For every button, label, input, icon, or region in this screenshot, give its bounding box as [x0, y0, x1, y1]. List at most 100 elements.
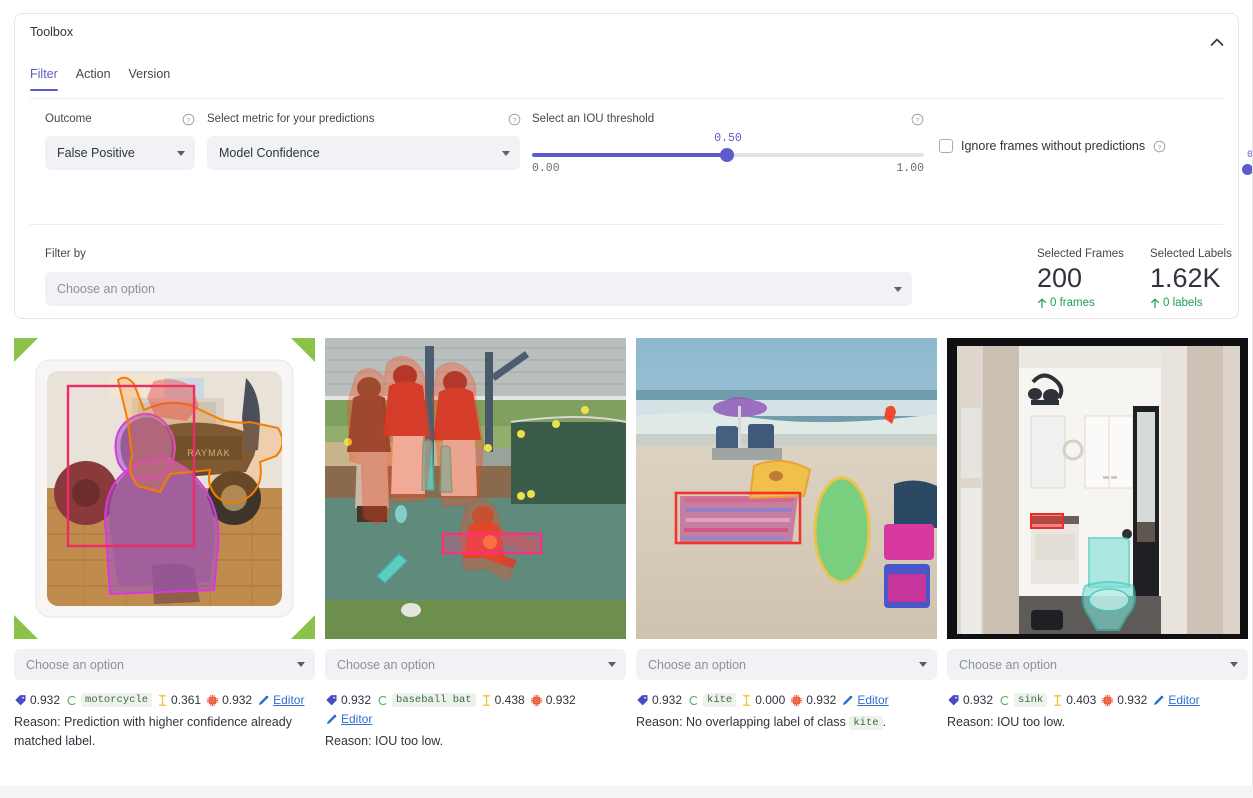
i-beam-icon — [158, 694, 167, 706]
card-option-placeholder: Choose an option — [26, 657, 124, 672]
class-metric: sink — [998, 693, 1048, 707]
metric-select[interactable]: Model Confidence — [207, 136, 520, 170]
editor-action[interactable]: Editor — [1152, 693, 1200, 707]
svg-text:?: ? — [187, 117, 191, 124]
pencil-icon — [1154, 694, 1164, 705]
tab-version[interactable]: Version — [129, 67, 171, 90]
selection-corner-top-left — [14, 338, 38, 362]
filter-by-select[interactable]: Choose an option — [45, 272, 912, 306]
confidence-metric: 0.932 — [636, 693, 682, 707]
stat-selected-frames-delta-text: 0 frames — [1050, 297, 1095, 310]
stat-selected-labels-delta-text: 0 labels — [1163, 297, 1203, 310]
tab-filter[interactable]: Filter — [30, 67, 58, 91]
model-confidence-metric: 0.932 — [206, 693, 252, 707]
stat-selected-frames-value: 200 — [1037, 263, 1083, 293]
iou-metric: 0.361 — [157, 693, 201, 707]
chip-icon — [791, 694, 803, 706]
slider-fill — [532, 153, 728, 157]
slider-min-label: 0.00 — [532, 162, 560, 175]
result-card: Choose an option 0.932 kite 0.000 0.932 … — [636, 338, 937, 732]
iou-metric: 0.403 — [1052, 693, 1096, 707]
ignore-frames-row: Ignore frames without predictions ? — [939, 139, 1166, 153]
outcome-label: Outcome — [45, 113, 92, 125]
stat-selected-labels-label: Selected Labels — [1150, 248, 1232, 260]
model-confidence-metric: 0.932 — [530, 693, 576, 707]
tab-action[interactable]: Action — [76, 67, 111, 90]
result-card: Choose an option 0.932 baseball bat 0.43… — [325, 338, 626, 751]
result-card: RAYMAK Choose an option 0.932 motorcycle… — [14, 338, 315, 752]
card-option-placeholder: Choose an option — [337, 657, 435, 672]
outcome-select[interactable]: False Positive — [45, 136, 195, 170]
class-letter-c-icon — [67, 695, 76, 705]
chevron-down-icon-card-1 — [297, 662, 305, 667]
editor-action[interactable]: Editor — [325, 712, 372, 726]
card-reason: Reason: Prediction with higher confidenc… — [14, 715, 292, 749]
thumbnail-dog-and-motorcycle-indoors[interactable]: RAYMAK — [14, 338, 315, 639]
class-name: kite — [703, 693, 737, 707]
editor-link[interactable]: Editor — [857, 693, 888, 707]
iou-value: 0.438 — [494, 693, 525, 707]
card-metadata-row: 0.932 kite 0.000 0.932 Editor — [636, 693, 937, 707]
confidence-metric: 0.932 — [947, 693, 993, 707]
question-circle-icon-iou[interactable]: ? — [911, 113, 924, 126]
iou-value: 0.361 — [171, 693, 202, 707]
iou-threshold-label: Select an IOU threshold — [532, 113, 655, 125]
class-name: sink — [1014, 693, 1048, 707]
chip-icon — [206, 694, 219, 706]
chevron-down-icon-metric — [502, 150, 510, 156]
toolbox-panel: Toolbox Filter Action Version Outcome ? … — [14, 13, 1239, 319]
slider-thumb[interactable] — [720, 148, 734, 162]
selection-corner-top-right — [291, 338, 315, 362]
toolbox-title: Toolbox — [30, 25, 74, 39]
card-metadata-row: 0.932 sink 0.403 0.932 Editor — [947, 693, 1248, 707]
thumbnail-baseball-practice-field[interactable] — [325, 338, 626, 639]
chevron-up-icon[interactable] — [1206, 32, 1228, 54]
annotated-image-2 — [325, 338, 626, 639]
card-option-select[interactable]: Choose an option — [14, 649, 315, 680]
thumbnail-beach-with-umbrella-and-surfboard[interactable] — [636, 338, 937, 639]
chevron-down-icon-filter-by — [894, 286, 902, 292]
iou-value: 0.403 — [1066, 693, 1097, 707]
editor-action[interactable]: Editor — [257, 693, 304, 707]
iou-metric: 0.000 — [741, 693, 785, 707]
confidence-value: 0.932 — [30, 693, 61, 707]
arrow-up-icon-labels — [1151, 298, 1159, 309]
svg-text:?: ? — [513, 117, 517, 124]
confidence-value: 0.932 — [341, 693, 372, 707]
question-circle-icon-outcome[interactable]: ? — [182, 113, 195, 126]
model-confidence-value: 0.932 — [545, 693, 576, 707]
class-letter-c-icon — [689, 695, 698, 705]
card-option-select[interactable]: Choose an option — [947, 649, 1248, 680]
card-reason-suffix: . — [882, 715, 887, 729]
editor-action[interactable]: Editor — [841, 693, 889, 707]
confidence-metric: 0.932 — [325, 693, 371, 707]
filter-by-placeholder: Choose an option — [57, 282, 155, 296]
card-option-placeholder: Choose an option — [648, 657, 746, 672]
question-circle-icon-metric[interactable]: ? — [508, 113, 521, 126]
stat-selected-frames: Selected Frames 200 0 frames — [1037, 248, 1124, 309]
pencil-icon — [843, 694, 853, 705]
tag-icon — [637, 694, 648, 705]
arrow-up-icon-frames — [1038, 298, 1046, 309]
question-circle-icon-ignore-frames[interactable]: ? — [1153, 140, 1166, 153]
toolbox-divider — [30, 224, 1223, 225]
class-name: baseball bat — [392, 693, 476, 707]
annotated-image-4 — [947, 338, 1248, 639]
card-reason: Reason: IOU too low. — [947, 715, 1066, 729]
selection-corner-bottom-left — [14, 615, 38, 639]
editor-link[interactable]: Editor — [273, 693, 304, 707]
tag-icon — [326, 694, 337, 705]
editor-link[interactable]: Editor — [341, 712, 372, 726]
pencil-icon — [326, 713, 337, 724]
thumbnail-bathroom-with-toilet[interactable] — [947, 338, 1248, 639]
editor-link[interactable]: Editor — [1168, 693, 1199, 707]
card-option-select[interactable]: Choose an option — [636, 649, 937, 680]
stat-selected-frames-label: Selected Frames — [1037, 248, 1124, 260]
stat-selected-frames-delta: 0 frames — [1037, 297, 1124, 309]
filter-by-label: Filter by — [45, 248, 86, 260]
card-option-select[interactable]: Choose an option — [325, 649, 626, 680]
ignore-frames-checkbox[interactable] — [939, 139, 953, 153]
ignore-frames-label: Ignore frames without predictions — [961, 139, 1146, 153]
model-confidence-value: 0.932 — [1117, 693, 1148, 707]
iou-metric: 0.438 — [481, 693, 525, 707]
